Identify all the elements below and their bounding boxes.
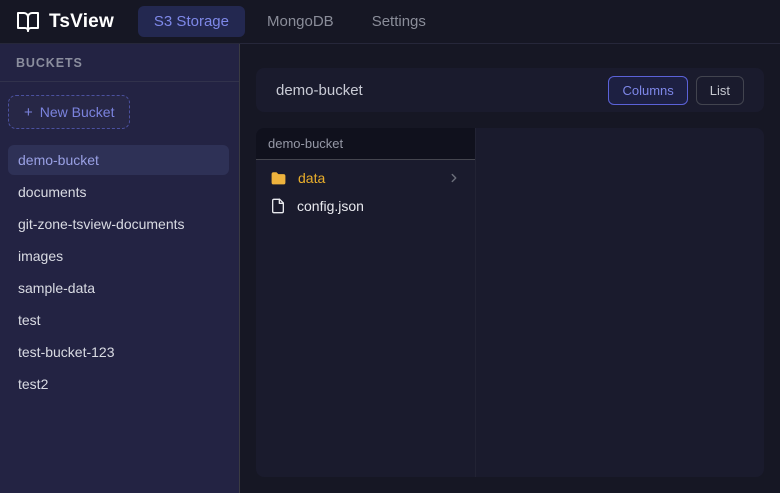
bucket-item-images[interactable]: images xyxy=(8,241,229,271)
entry-label: data xyxy=(298,170,325,186)
bucket-header-bar: demo-bucket Columns List xyxy=(256,68,764,112)
app-logo: TsView xyxy=(16,10,114,34)
list-view-button[interactable]: List xyxy=(696,76,744,105)
plus-icon: + xyxy=(24,105,33,120)
columns-view-button[interactable]: Columns xyxy=(608,76,687,105)
book-open-icon xyxy=(16,10,40,34)
new-bucket-button[interactable]: + New Bucket xyxy=(8,95,130,129)
tab-mongodb[interactable]: MongoDB xyxy=(251,6,350,37)
app-header: TsView S3 Storage MongoDB Settings xyxy=(0,0,780,44)
main-nav: S3 Storage MongoDB Settings xyxy=(138,6,442,37)
app-title: TsView xyxy=(49,11,114,33)
bucket-item-documents[interactable]: documents xyxy=(8,177,229,207)
bucket-item-git-zone-tsview-documents[interactable]: git-zone-tsview-documents xyxy=(8,209,229,239)
browser-column-demo-bucket: demo-bucket data xyxy=(256,128,476,477)
bucket-item-test2[interactable]: test2 xyxy=(8,369,229,399)
view-toggle: Columns List xyxy=(608,76,744,105)
entry-row-data[interactable]: data xyxy=(262,164,469,192)
bucket-item-demo-bucket[interactable]: demo-bucket xyxy=(8,145,229,175)
bucket-item-test-bucket-123[interactable]: test-bucket-123 xyxy=(8,337,229,367)
buckets-sidebar: BUCKETS + New Bucket demo-bucket documen… xyxy=(0,44,240,493)
entry-row-config-json[interactable]: config.json xyxy=(262,192,469,220)
tab-settings[interactable]: Settings xyxy=(356,6,442,37)
app-window: TsView S3 Storage MongoDB Settings BUCKE… xyxy=(0,0,780,493)
main-content: demo-bucket Columns List demo-bucket xyxy=(240,44,780,493)
entry-label: config.json xyxy=(297,198,364,214)
tab-s3-storage[interactable]: S3 Storage xyxy=(138,6,245,37)
file-browser: demo-bucket data xyxy=(256,128,764,477)
bucket-list: demo-bucket documents git-zone-tsview-do… xyxy=(0,139,239,405)
bucket-item-test[interactable]: test xyxy=(8,305,229,335)
file-icon xyxy=(270,198,286,214)
entry-list: data xyxy=(256,160,475,224)
bucket-title: demo-bucket xyxy=(276,82,363,99)
new-bucket-label: New Bucket xyxy=(40,104,115,120)
folder-icon xyxy=(270,170,287,187)
sidebar-section-title: BUCKETS xyxy=(0,44,239,82)
chevron-right-icon xyxy=(447,171,461,185)
bucket-item-sample-data[interactable]: sample-data xyxy=(8,273,229,303)
column-header: demo-bucket xyxy=(256,128,475,160)
